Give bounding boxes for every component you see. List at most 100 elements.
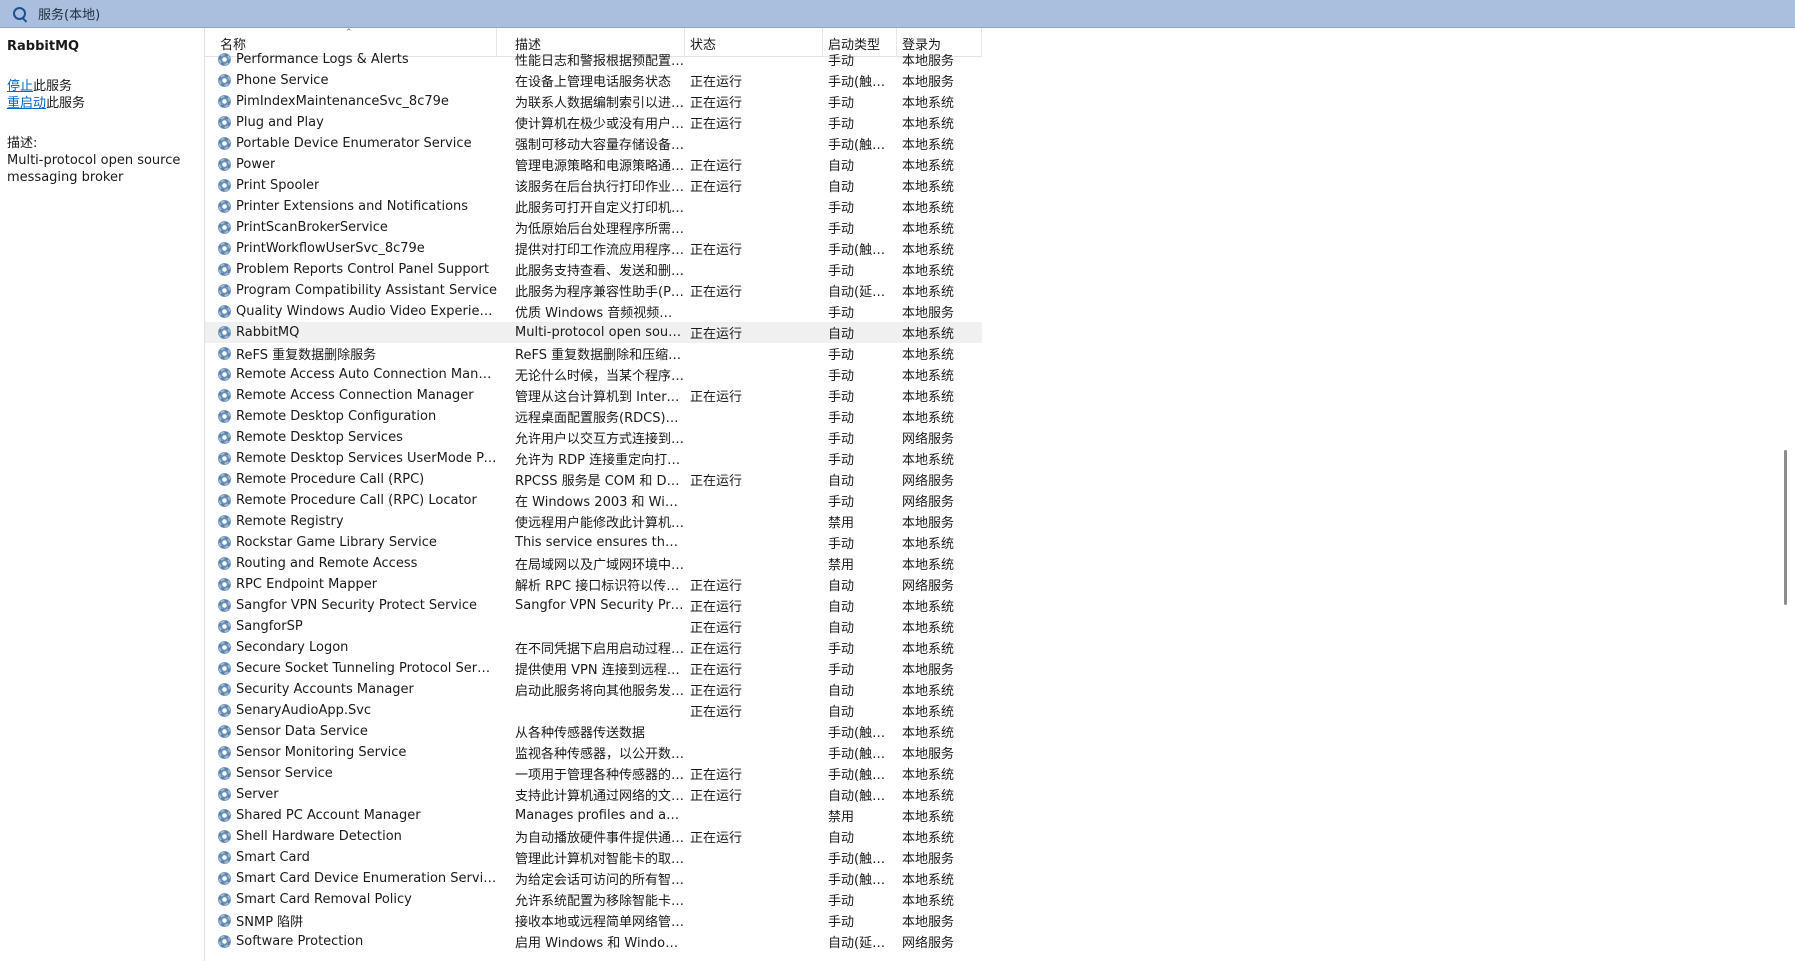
service-gear-icon [218,431,231,444]
table-row[interactable]: Phone Service 在设备上管理电话服务状态 正在运行 手动(触发... 本地服… [205,70,982,91]
service-name: Remote Desktop Configuration [236,409,437,424]
table-row[interactable]: Performance Logs & Alerts 性能日志和警报根据预配置的计.… [205,49,982,70]
service-name: Secure Socket Tunneling Protocol Service [236,661,497,676]
search-icon[interactable] [12,6,28,22]
service-description: 此服务可打开自定义打印机对话... [515,201,685,216]
service-gear-icon [218,515,231,528]
service-gear-icon [218,578,231,591]
service-description: 优质 Windows 音频视频体验(... [515,306,685,321]
table-row[interactable]: Printer Extensions and Notifications 此服务可… [205,196,982,217]
table-row[interactable]: Smart Card Removal Policy 允许系统配置为移除智能卡时锁.… [205,889,982,910]
service-logon-as: 本地服务 [902,75,955,90]
table-row[interactable]: Power 管理电源策略和电源策略通知传... 正在运行 自动 本地系统 [205,154,982,175]
table-row[interactable]: SenaryAudioApp.Svc 正在运行 自动 本地系统 [205,700,982,721]
table-row[interactable]: Sensor Monitoring Service 监视各种传感器，以公开数据和.… [205,742,982,763]
service-name: Remote Desktop Services UserMode Port R.… [236,451,497,466]
table-row[interactable]: Remote Procedure Call (RPC) Locator 在 Win… [205,490,982,511]
table-row[interactable]: Quality Windows Audio Video Experience 优质… [205,301,982,322]
table-row[interactable]: Smart Card 管理此计算机对智能卡的取读访... 手动(触发... 本地服务 [205,847,982,868]
service-name-cell: SenaryAudioApp.Svc [205,703,497,718]
table-row[interactable]: SangforSP 正在运行 自动 本地系统 [205,616,982,637]
service-description: 无论什么时候，当某个程序引用... [515,369,685,384]
service-name: Remote Registry [236,514,344,529]
table-row[interactable]: Program Compatibility Assistant Service 此… [205,280,982,301]
service-startup-type: 自动 [828,831,855,846]
table-row[interactable]: Smart Card Device Enumeration Service 为给定… [205,868,982,889]
table-row[interactable]: Remote Procedure Call (RPC) RPCSS 服务是 COM… [205,469,982,490]
service-name: Program Compatibility Assistant Service [236,283,497,298]
table-row[interactable]: Plug and Play 使计算机在极少或没有用户输入... 正在运行 手动 本地系统 [205,112,982,133]
window-titlebar: 服务(本地) [0,0,1795,28]
service-logon-as: 本地系统 [902,600,955,615]
service-name-cell: Smart Card Removal Policy [205,892,497,907]
service-startup-type: 手动 [828,54,855,69]
service-startup-type: 手动 [828,411,855,426]
table-row[interactable]: Remote Registry 使远程用户能修改此计算机上的... 禁用 本地服务 [205,511,982,532]
vertical-scrollbar[interactable] [1774,28,1795,961]
service-description: 在 Windows 2003 和 Window... [515,495,685,510]
scrollbar-thumb[interactable] [1784,450,1787,605]
service-gear-icon [218,389,231,402]
service-name: Security Accounts Manager [236,682,414,697]
service-name-cell: Security Accounts Manager [205,682,497,697]
table-row[interactable]: Portable Device Enumerator Service 强制可移动大… [205,133,982,154]
service-name-cell: Plug and Play [205,115,497,130]
table-row[interactable]: PimIndexMaintenanceSvc_8c79e 为联系人数据编制索引以进… [205,91,982,112]
service-name-cell: Routing and Remote Access [205,556,497,571]
service-logon-as: 本地服务 [902,516,955,531]
services-list[interactable]: ⌃ 名称 描述 状态 启动类型 登录为 Performance Logs & A… [204,28,1775,961]
table-row[interactable]: Remote Desktop Configuration 远程桌面配置服务(RDC… [205,406,982,427]
service-startup-type: 自动(延迟... [828,936,897,951]
stop-service-line: 停止此服务 [7,78,204,95]
service-gear-icon [218,116,231,129]
table-row[interactable]: PrintScanBrokerService 为低原始后台处理程序所需的安... 手… [205,217,982,238]
service-logon-as: 本地服务 [902,747,955,762]
service-name-cell: Problem Reports Control Panel Support [205,262,497,277]
table-row[interactable]: Remote Access Connection Manager 管理从这台计算机… [205,385,982,406]
service-name: Sensor Service [236,766,333,781]
service-startup-type: 自动 [828,159,855,174]
service-startup-type: 手动 [828,264,855,279]
service-gear-icon [218,410,231,423]
service-gear-icon [218,830,231,843]
service-description: 解析 RPC 接口标识符以传输端... [515,579,685,594]
service-gear-icon [218,242,231,255]
service-name-cell: Power [205,157,497,172]
table-row[interactable]: Sangfor VPN Security Protect Service Sang… [205,595,982,616]
table-row[interactable]: Problem Reports Control Panel Support 此服务… [205,259,982,280]
service-gear-icon [218,788,231,801]
table-row[interactable]: PrintWorkflowUserSvc_8c79e 提供对打印工作流应用程序的支… [205,238,982,259]
service-name: Plug and Play [236,115,324,130]
table-row[interactable]: Secure Socket Tunneling Protocol Service… [205,658,982,679]
table-row[interactable]: Shell Hardware Detection 为自动播放硬件事件提供通知。 正在… [205,826,982,847]
table-row[interactable]: Secondary Logon 在不同凭据下启用启动过程。如... 正在运行 手动 本地… [205,637,982,658]
service-name: Remote Access Connection Manager [236,388,474,403]
table-row[interactable]: SNMP 陷阱 接收本地或远程简单网络管理协... 手动 本地服务 [205,910,982,931]
service-gear-icon [218,347,231,360]
table-row[interactable]: Remote Access Auto Connection Manager 无论什… [205,364,982,385]
table-row[interactable]: Sensor Data Service 从各种传感器传送数据 手动(触发... 本地系… [205,721,982,742]
table-row[interactable]: Server 支持此计算机通过网络的文件、... 正在运行 自动(触发... 本地系统 [205,784,982,805]
service-description: 提供使用 VPN 连接到远程计算... [515,663,685,678]
table-row[interactable]: RabbitMQ Multi-protocol open source ... 正在… [205,322,982,343]
table-row[interactable]: ReFS 重复数据删除服务 ReFS 重复数据删除和压缩服务... 手动 本地系统 [205,343,982,364]
table-row[interactable]: Shared PC Account Manager Manages profile… [205,805,982,826]
service-logon-as: 本地系统 [902,789,955,804]
table-row[interactable]: Remote Desktop Services UserMode Port R.… [205,448,982,469]
service-status: 正在运行 [690,327,743,342]
stop-service-link[interactable]: 停止 [7,79,33,94]
service-logon-as: 本地系统 [902,96,955,111]
restart-service-link[interactable]: 重启动 [7,96,46,111]
table-row[interactable]: RPC Endpoint Mapper 解析 RPC 接口标识符以传输端... 正在… [205,574,982,595]
table-row[interactable]: Security Accounts Manager 启动此服务将向其他服务发出信.… [205,679,982,700]
service-gear-icon [218,326,231,339]
table-row[interactable]: Sensor Service 一项用于管理各种传感器的功能... 正在运行 手动(触发… [205,763,982,784]
table-row[interactable]: Rockstar Game Library Service This servic… [205,532,982,553]
table-row[interactable]: Routing and Remote Access 在局域网以及广域网环境中为企.… [205,553,982,574]
table-row[interactable]: Remote Desktop Services 允许用户以交互方式连接到远程...… [205,427,982,448]
table-row[interactable]: Software Protection 启用 Windows 和 Windows … [205,931,982,952]
table-row[interactable]: Print Spooler 该服务在后台执行打印作业并处... 正在运行 自动 本地系统 [205,175,982,196]
service-description: Multi-protocol open source ... [515,325,685,340]
service-name: RPC Endpoint Mapper [236,577,378,592]
service-logon-as: 本地系统 [902,705,955,720]
